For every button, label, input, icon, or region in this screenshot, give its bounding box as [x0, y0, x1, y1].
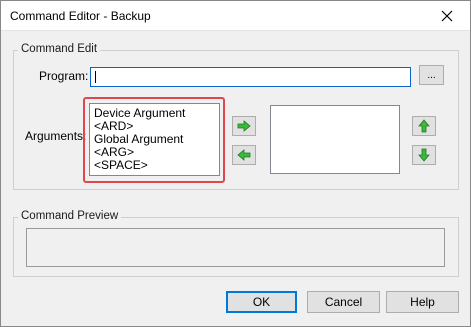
help-button-label: Help: [410, 295, 435, 309]
command-preview-field: [26, 228, 445, 267]
window-title: Command Editor - Backup: [10, 9, 151, 23]
add-argument-button[interactable]: [232, 116, 256, 136]
arrow-up-icon: [418, 119, 430, 133]
remove-argument-button[interactable]: [232, 145, 256, 165]
browse-button-label: ...: [427, 69, 436, 81]
move-up-button[interactable]: [412, 116, 436, 136]
cancel-button[interactable]: Cancel: [307, 291, 380, 313]
program-label: Program:: [39, 69, 89, 83]
argument-item[interactable]: Device Argument <ARD>: [94, 107, 215, 133]
command-edit-legend: Command Edit: [18, 43, 101, 55]
argument-item[interactable]: <SPACE>: [94, 159, 215, 172]
arrow-down-icon: [418, 148, 430, 162]
title-bar: Command Editor - Backup: [1, 1, 470, 31]
available-arguments-list[interactable]: Device Argument <ARD> Global Argument <A…: [89, 103, 220, 176]
ok-button-label: OK: [252, 295, 271, 309]
move-down-button[interactable]: [412, 145, 436, 165]
argument-item[interactable]: Global Argument <ARG>: [94, 133, 215, 159]
close-icon: [441, 10, 453, 22]
command-preview-legend: Command Preview: [18, 210, 122, 222]
cancel-button-label: Cancel: [324, 295, 363, 309]
help-button[interactable]: Help: [386, 291, 459, 313]
arrow-right-icon: [237, 120, 251, 132]
close-button[interactable]: [427, 2, 467, 30]
program-input[interactable]: [90, 67, 411, 87]
ok-button[interactable]: OK: [226, 291, 297, 313]
command-editor-dialog: Command Editor - Backup Command Edit Pro…: [0, 0, 471, 327]
selected-arguments-list[interactable]: [270, 105, 400, 174]
text-caret: [95, 71, 96, 83]
arrow-left-icon: [237, 149, 251, 161]
arguments-label: Arguments:: [25, 129, 87, 143]
browse-button[interactable]: ...: [419, 65, 444, 85]
